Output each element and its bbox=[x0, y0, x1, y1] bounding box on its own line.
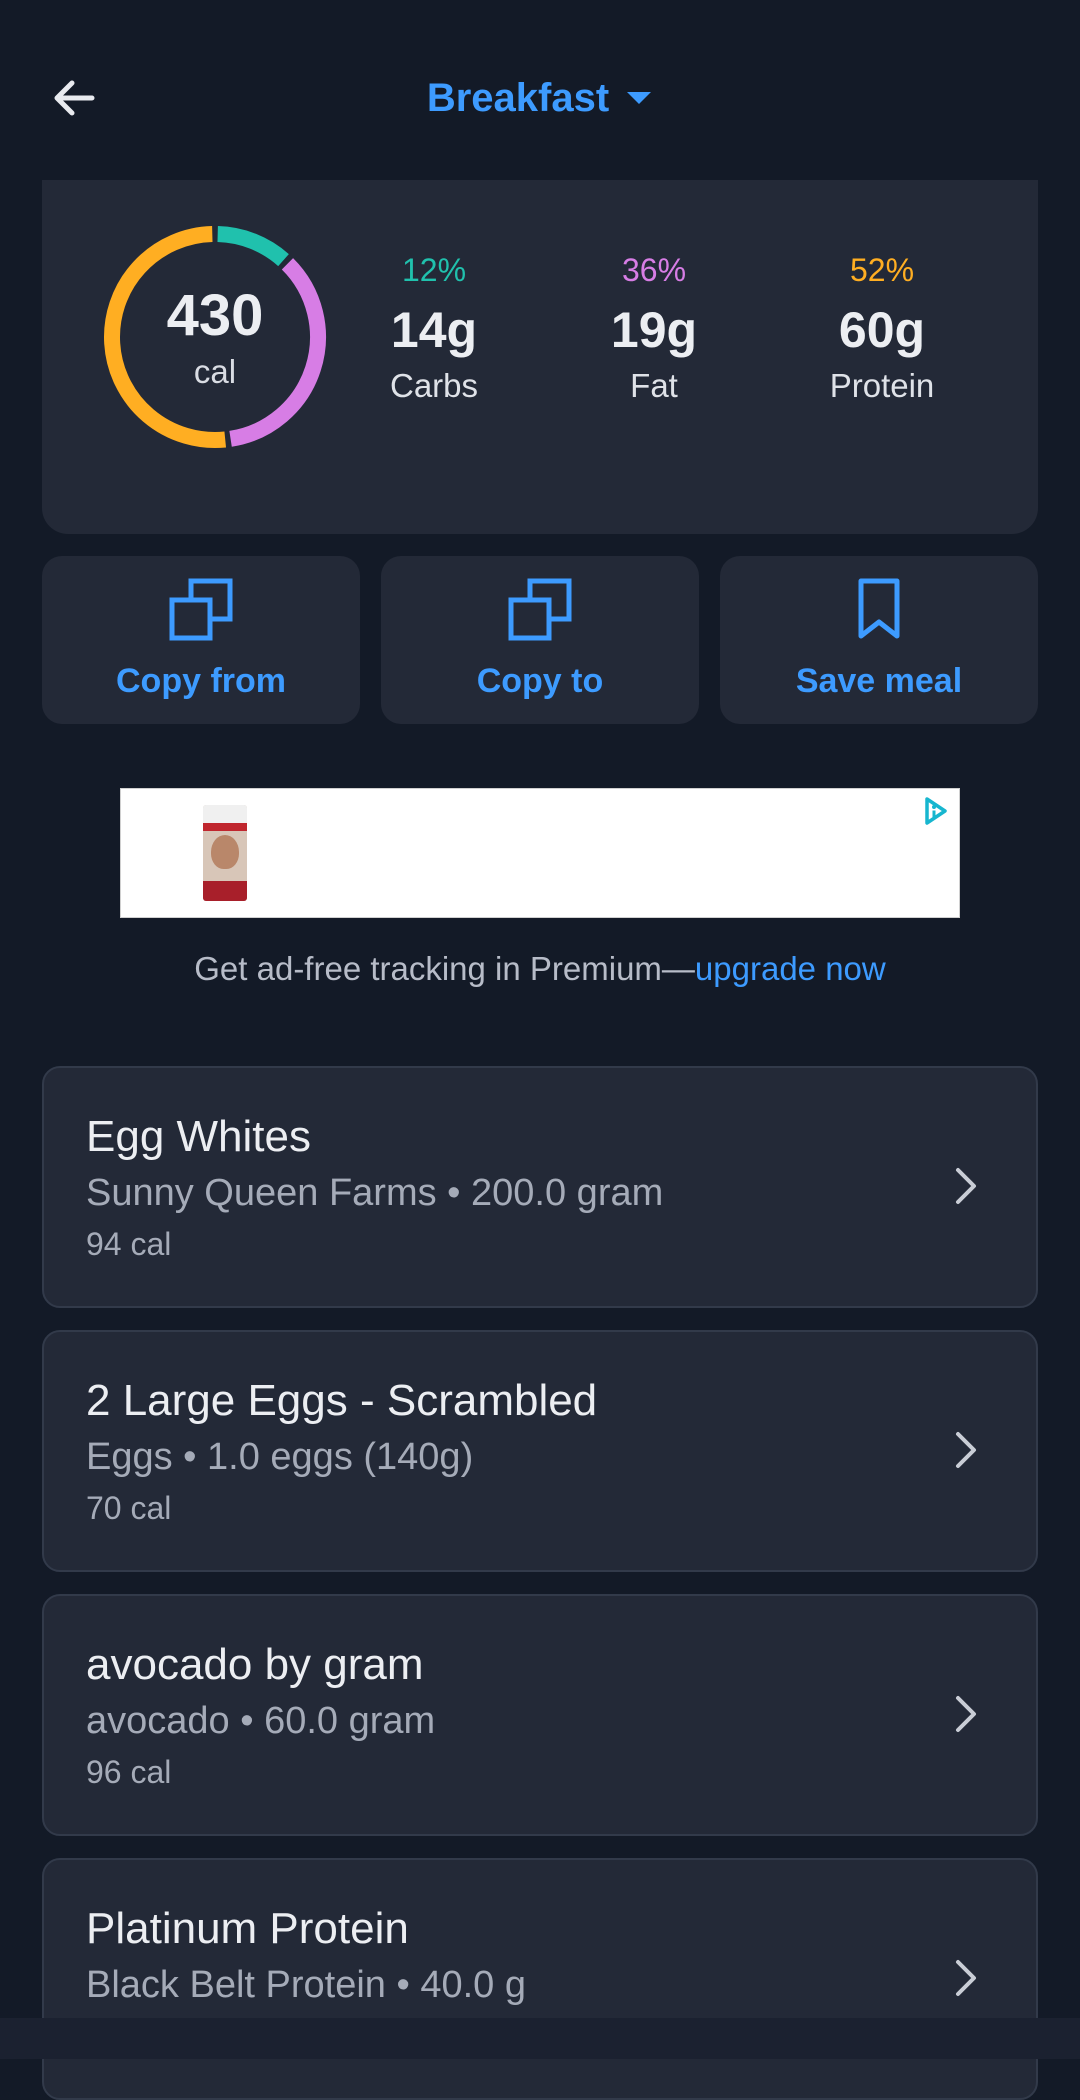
food-name: Egg Whites bbox=[86, 1112, 311, 1161]
copy-icon bbox=[508, 578, 572, 641]
food-item[interactable]: 2 Large Eggs - Scrambled Eggs • 1.0 eggs… bbox=[42, 1330, 1038, 1572]
caret-down-icon bbox=[627, 92, 652, 104]
food-detail: Black Belt Protein • 40.0 g bbox=[86, 1964, 526, 2006]
save-meal-label: Save meal bbox=[795, 662, 963, 700]
food-detail: Sunny Queen Farms • 200.0 gram bbox=[86, 1172, 664, 1214]
calorie-unit: cal bbox=[193, 353, 237, 390]
meal-selector[interactable]: Breakfast bbox=[427, 76, 653, 121]
food-calories: 70 cal bbox=[86, 1490, 172, 1526]
save-meal-button[interactable]: Save meal bbox=[720, 556, 1038, 724]
macro-carbs: 12% 14g Carbs bbox=[339, 252, 529, 405]
food-name: Platinum Protein bbox=[86, 1904, 409, 1953]
macro-fat: 36% 19g Fat bbox=[559, 252, 749, 405]
macro-label: Fat bbox=[630, 367, 678, 404]
bookmark-icon bbox=[858, 578, 900, 639]
calorie-total: 430 cal bbox=[100, 222, 330, 452]
ad-product-image bbox=[203, 805, 247, 901]
chevron-right-icon bbox=[956, 1960, 976, 1996]
premium-upsell: Get ad-free tracking in Premium—upgrade … bbox=[0, 950, 1080, 988]
food-detail: Eggs • 1.0 eggs (140g) bbox=[86, 1436, 474, 1478]
calorie-value: 430 bbox=[166, 283, 264, 348]
nutrition-summary-card: 430 cal 12% 14g Carbs 36% 19g Fat 52% 60… bbox=[42, 180, 1038, 534]
title-wrap: Breakfast bbox=[0, 68, 1080, 128]
ad-choices-icon[interactable] bbox=[919, 795, 951, 827]
chevron-right-icon bbox=[956, 1168, 976, 1204]
macro-grams: 19g bbox=[610, 302, 698, 358]
food-detail: avocado • 60.0 gram bbox=[86, 1700, 436, 1742]
page-title: Breakfast bbox=[426, 75, 610, 120]
macro-percent: 52% bbox=[849, 252, 915, 288]
top-bar: Breakfast bbox=[0, 0, 1080, 180]
copy-from-button[interactable]: Copy from bbox=[42, 556, 360, 724]
macro-protein: 52% 60g Protein bbox=[787, 252, 977, 405]
food-item[interactable]: avocado by gram avocado • 60.0 gram 96 c… bbox=[42, 1594, 1038, 1836]
upgrade-link[interactable]: upgrade now bbox=[695, 950, 886, 987]
macro-grams: 60g bbox=[838, 302, 926, 358]
food-calories: 94 cal bbox=[86, 1226, 172, 1262]
copy-to-label: Copy to bbox=[476, 662, 604, 700]
chevron-right-icon bbox=[956, 1696, 976, 1732]
macro-grams: 14g bbox=[390, 302, 478, 358]
food-name: avocado by gram bbox=[86, 1640, 424, 1689]
food-item[interactable]: Egg Whites Sunny Queen Farms • 200.0 gra… bbox=[42, 1066, 1038, 1308]
food-name: 2 Large Eggs - Scrambled bbox=[86, 1376, 598, 1425]
food-item[interactable]: Platinum Protein Black Belt Protein • 40… bbox=[42, 1858, 1038, 2100]
ad-banner[interactable] bbox=[120, 788, 960, 918]
premium-text: Get ad-free tracking in Premium— bbox=[194, 950, 695, 987]
copy-from-label: Copy from bbox=[116, 662, 286, 700]
copy-to-button[interactable]: Copy to bbox=[381, 556, 699, 724]
food-calories: 96 cal bbox=[86, 1754, 172, 1790]
copy-icon bbox=[169, 578, 233, 641]
bottom-bar bbox=[0, 2018, 1080, 2059]
macro-label: Carbs bbox=[389, 367, 479, 404]
macro-percent: 36% bbox=[621, 252, 687, 288]
macro-label: Protein bbox=[829, 367, 935, 404]
chevron-right-icon bbox=[956, 1432, 976, 1468]
macro-percent: 12% bbox=[401, 252, 467, 288]
